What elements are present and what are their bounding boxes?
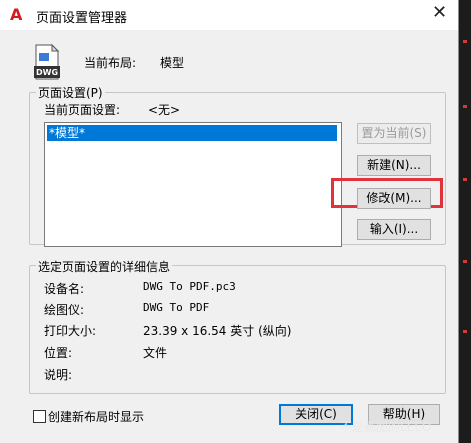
location-label: 位置: <box>44 346 73 360</box>
close-window-icon[interactable]: ✕ <box>432 2 447 23</box>
watermark-text: 不是画图的LEEO <box>340 420 432 434</box>
dwg-icon-label: DWG <box>36 68 58 77</box>
description-label: 说明: <box>44 368 73 382</box>
side-mark <box>463 178 467 181</box>
device-name-label: 设备名: <box>44 282 85 296</box>
window-title: 页面设置管理器 <box>36 11 128 26</box>
show-on-new-layout-checkbox[interactable] <box>33 410 46 423</box>
import-button[interactable]: 输入(I)... <box>357 219 431 240</box>
show-on-new-layout-label: 创建新布局时显示 <box>48 410 145 424</box>
device-name-value: DWG To PDF.pc3 <box>143 280 236 293</box>
details-group-label: 选定页面设置的详细信息 <box>36 258 173 275</box>
plotter-label: 绘图仪: <box>44 303 85 317</box>
current-layout-value: 模型 <box>160 56 185 70</box>
modify-button[interactable]: 修改(M)... <box>357 188 431 209</box>
current-page-setup-label: 当前页面设置: <box>44 103 121 117</box>
plot-size-value: 23.39 x 16.54 英寸 (纵向) <box>143 324 292 338</box>
list-item[interactable]: *模型* <box>47 125 337 141</box>
side-mark <box>463 40 467 43</box>
set-current-button[interactable]: 置为当前(S) <box>357 123 431 144</box>
background-strip <box>459 0 471 443</box>
side-mark <box>463 105 467 108</box>
dwg-file-icon: DWG <box>33 43 61 80</box>
location-value: 文件 <box>143 346 168 360</box>
side-mark <box>463 260 467 263</box>
current-page-setup-value: <无> <box>148 103 181 117</box>
autocad-app-icon: A <box>10 5 23 24</box>
new-button[interactable]: 新建(N)... <box>357 155 431 176</box>
side-mark <box>463 330 467 333</box>
plot-size-label: 打印大小: <box>44 324 97 338</box>
plotter-value: DWG To PDF <box>143 301 210 314</box>
page-setup-list[interactable]: *模型* <box>44 122 342 247</box>
page-setup-manager-dialog: A 页面设置管理器 ✕ DWG 当前布局: 模型 页面设置(P) 当前页面设置:… <box>0 0 459 443</box>
title-bar: A 页面设置管理器 ✕ <box>0 0 458 30</box>
page-setup-group-label: 页面设置(P) <box>36 84 105 101</box>
current-layout-label: 当前布局: <box>84 56 137 70</box>
